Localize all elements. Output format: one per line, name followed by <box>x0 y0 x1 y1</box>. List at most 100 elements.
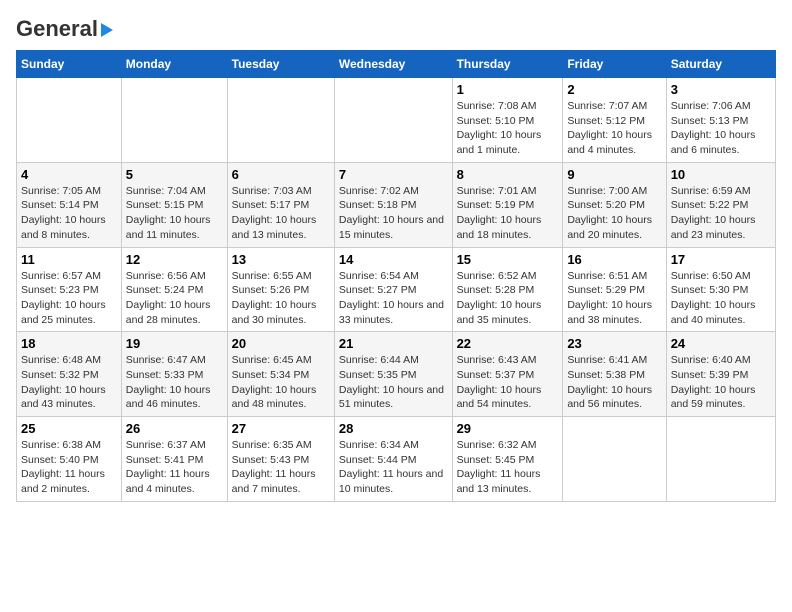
calendar-cell: 26 Sunrise: 6:37 AM Sunset: 5:41 PM Dayli… <box>121 417 227 502</box>
logo: General <box>16 16 113 42</box>
calendar-cell: 18Sunrise: 6:48 AM Sunset: 5:32 PM Dayli… <box>17 332 122 417</box>
day-number: 8 <box>457 167 559 182</box>
day-number: 13 <box>232 252 330 267</box>
calendar-week-row: 18Sunrise: 6:48 AM Sunset: 5:32 PM Dayli… <box>17 332 776 417</box>
day-info: Sunrise: 6:51 AM Sunset: 5:29 PM Dayligh… <box>567 269 661 328</box>
day-number: 18 <box>21 336 117 351</box>
calendar-cell: 4 Sunrise: 7:05 AM Sunset: 5:14 PM Daylig… <box>17 162 122 247</box>
day-number: 24 <box>671 336 771 351</box>
day-number: 6 <box>232 167 330 182</box>
calendar-cell <box>227 78 334 163</box>
calendar-cell: 16 Sunrise: 6:51 AM Sunset: 5:29 PM Dayli… <box>563 247 666 332</box>
calendar-cell: 13 Sunrise: 6:55 AM Sunset: 5:26 PM Dayli… <box>227 247 334 332</box>
calendar-week-row: 4 Sunrise: 7:05 AM Sunset: 5:14 PM Daylig… <box>17 162 776 247</box>
day-number: 3 <box>671 82 771 97</box>
calendar-cell: 20 Sunrise: 6:45 AM Sunset: 5:34 PM Dayli… <box>227 332 334 417</box>
calendar-cell: 14Sunrise: 6:54 AM Sunset: 5:27 PM Dayli… <box>334 247 452 332</box>
calendar-week-row: 11 Sunrise: 6:57 AM Sunset: 5:23 PM Dayli… <box>17 247 776 332</box>
logo-arrow-icon <box>101 23 113 37</box>
day-info: Sunrise: 7:07 AM Sunset: 5:12 PM Dayligh… <box>567 99 661 158</box>
day-info: Sunrise: 7:08 AM Sunset: 5:10 PM Dayligh… <box>457 99 559 158</box>
day-number: 5 <box>126 167 223 182</box>
day-info: Sunrise: 6:44 AM Sunset: 5:35 PM Dayligh… <box>339 353 448 412</box>
calendar-cell: 23 Sunrise: 6:41 AM Sunset: 5:38 PM Dayli… <box>563 332 666 417</box>
day-number: 2 <box>567 82 661 97</box>
col-header-friday: Friday <box>563 51 666 78</box>
day-info: Sunrise: 7:06 AM Sunset: 5:13 PM Dayligh… <box>671 99 771 158</box>
day-info: Sunrise: 6:45 AM Sunset: 5:34 PM Dayligh… <box>232 353 330 412</box>
day-info: Sunrise: 6:41 AM Sunset: 5:38 PM Dayligh… <box>567 353 661 412</box>
day-number: 9 <box>567 167 661 182</box>
day-number: 25 <box>21 421 117 436</box>
day-info: Sunrise: 6:55 AM Sunset: 5:26 PM Dayligh… <box>232 269 330 328</box>
col-header-monday: Monday <box>121 51 227 78</box>
calendar-cell: 11 Sunrise: 6:57 AM Sunset: 5:23 PM Dayli… <box>17 247 122 332</box>
day-info: Sunrise: 6:59 AM Sunset: 5:22 PM Dayligh… <box>671 184 771 243</box>
calendar-table: SundayMondayTuesdayWednesdayThursdayFrid… <box>16 50 776 502</box>
day-info: Sunrise: 6:52 AM Sunset: 5:28 PM Dayligh… <box>457 269 559 328</box>
day-number: 1 <box>457 82 559 97</box>
day-info: Sunrise: 7:03 AM Sunset: 5:17 PM Dayligh… <box>232 184 330 243</box>
calendar-cell: 25 Sunrise: 6:38 AM Sunset: 5:40 PM Dayli… <box>17 417 122 502</box>
calendar-cell <box>666 417 775 502</box>
day-info: Sunrise: 6:34 AM Sunset: 5:44 PM Dayligh… <box>339 438 448 497</box>
day-number: 29 <box>457 421 559 436</box>
day-info: Sunrise: 7:01 AM Sunset: 5:19 PM Dayligh… <box>457 184 559 243</box>
col-header-sunday: Sunday <box>17 51 122 78</box>
calendar-cell: 27Sunrise: 6:35 AM Sunset: 5:43 PM Dayli… <box>227 417 334 502</box>
day-info: Sunrise: 6:43 AM Sunset: 5:37 PM Dayligh… <box>457 353 559 412</box>
calendar-cell: 10 Sunrise: 6:59 AM Sunset: 5:22 PM Dayli… <box>666 162 775 247</box>
day-info: Sunrise: 6:37 AM Sunset: 5:41 PM Dayligh… <box>126 438 223 497</box>
day-info: Sunrise: 7:02 AM Sunset: 5:18 PM Dayligh… <box>339 184 448 243</box>
calendar-cell: 2 Sunrise: 7:07 AM Sunset: 5:12 PM Daylig… <box>563 78 666 163</box>
day-number: 7 <box>339 167 448 182</box>
calendar-cell: 6 Sunrise: 7:03 AM Sunset: 5:17 PM Daylig… <box>227 162 334 247</box>
day-number: 17 <box>671 252 771 267</box>
day-info: Sunrise: 6:35 AM Sunset: 5:43 PM Dayligh… <box>232 438 330 497</box>
col-header-saturday: Saturday <box>666 51 775 78</box>
day-number: 20 <box>232 336 330 351</box>
day-number: 21 <box>339 336 448 351</box>
day-number: 19 <box>126 336 223 351</box>
day-number: 26 <box>126 421 223 436</box>
day-number: 16 <box>567 252 661 267</box>
calendar-cell: 3 Sunrise: 7:06 AM Sunset: 5:13 PM Daylig… <box>666 78 775 163</box>
col-header-tuesday: Tuesday <box>227 51 334 78</box>
calendar-cell: 19 Sunrise: 6:47 AM Sunset: 5:33 PM Dayli… <box>121 332 227 417</box>
calendar-cell <box>17 78 122 163</box>
day-number: 22 <box>457 336 559 351</box>
calendar-cell: 9 Sunrise: 7:00 AM Sunset: 5:20 PM Daylig… <box>563 162 666 247</box>
calendar-cell: 17Sunrise: 6:50 AM Sunset: 5:30 PM Dayli… <box>666 247 775 332</box>
logo-general: General <box>16 16 98 42</box>
day-number: 28 <box>339 421 448 436</box>
day-info: Sunrise: 6:40 AM Sunset: 5:39 PM Dayligh… <box>671 353 771 412</box>
calendar-header-row: SundayMondayTuesdayWednesdayThursdayFrid… <box>17 51 776 78</box>
calendar-week-row: 25 Sunrise: 6:38 AM Sunset: 5:40 PM Dayli… <box>17 417 776 502</box>
day-info: Sunrise: 6:32 AM Sunset: 5:45 PM Dayligh… <box>457 438 559 497</box>
calendar-cell: 8 Sunrise: 7:01 AM Sunset: 5:19 PM Daylig… <box>452 162 563 247</box>
day-info: Sunrise: 6:47 AM Sunset: 5:33 PM Dayligh… <box>126 353 223 412</box>
day-number: 4 <box>21 167 117 182</box>
calendar-cell: 22 Sunrise: 6:43 AM Sunset: 5:37 PM Dayli… <box>452 332 563 417</box>
day-number: 14 <box>339 252 448 267</box>
day-number: 15 <box>457 252 559 267</box>
calendar-cell <box>121 78 227 163</box>
day-info: Sunrise: 7:05 AM Sunset: 5:14 PM Dayligh… <box>21 184 117 243</box>
col-header-wednesday: Wednesday <box>334 51 452 78</box>
day-number: 12 <box>126 252 223 267</box>
calendar-cell: 29 Sunrise: 6:32 AM Sunset: 5:45 PM Dayli… <box>452 417 563 502</box>
day-number: 10 <box>671 167 771 182</box>
day-info: Sunrise: 7:00 AM Sunset: 5:20 PM Dayligh… <box>567 184 661 243</box>
calendar-week-row: 1 Sunrise: 7:08 AM Sunset: 5:10 PM Daylig… <box>17 78 776 163</box>
calendar-cell: 7 Sunrise: 7:02 AM Sunset: 5:18 PM Daylig… <box>334 162 452 247</box>
day-number: 23 <box>567 336 661 351</box>
calendar-cell: 5Sunrise: 7:04 AM Sunset: 5:15 PM Daylig… <box>121 162 227 247</box>
day-info: Sunrise: 6:56 AM Sunset: 5:24 PM Dayligh… <box>126 269 223 328</box>
calendar-cell: 12 Sunrise: 6:56 AM Sunset: 5:24 PM Dayli… <box>121 247 227 332</box>
calendar-cell <box>563 417 666 502</box>
day-info: Sunrise: 6:38 AM Sunset: 5:40 PM Dayligh… <box>21 438 117 497</box>
col-header-thursday: Thursday <box>452 51 563 78</box>
day-info: Sunrise: 6:57 AM Sunset: 5:23 PM Dayligh… <box>21 269 117 328</box>
calendar-cell <box>334 78 452 163</box>
day-number: 11 <box>21 252 117 267</box>
